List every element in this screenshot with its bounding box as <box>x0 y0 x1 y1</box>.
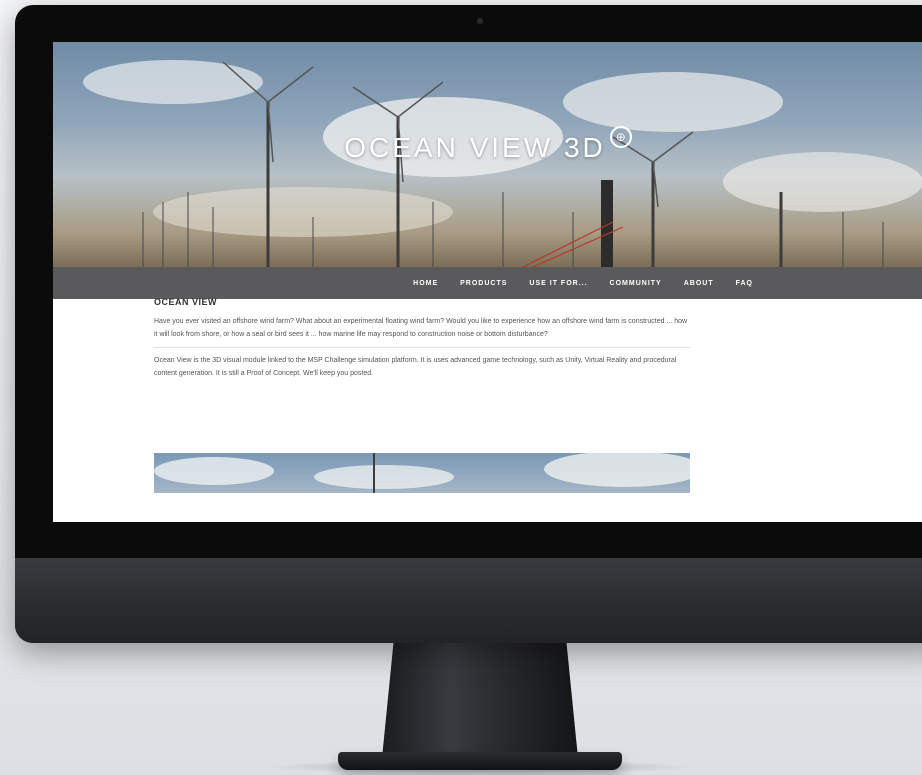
hero-banner: OCEAN VIEW 3D ⊕ <box>53 42 922 267</box>
nav-faq[interactable]: FAQ <box>736 280 753 287</box>
content-divider <box>154 347 690 348</box>
logo-icon: ⊕ <box>609 126 632 148</box>
nav-home[interactable]: HOME <box>413 280 438 287</box>
article-paragraph-1: Have you ever visited an offshore wind f… <box>154 318 688 338</box>
main-navigation: HOME PRODUCTS USE IT FOR... COMMUNITY AB… <box>53 267 922 299</box>
nav-products[interactable]: PRODUCTS <box>460 280 507 287</box>
website-screen: OCEAN VIEW 3D ⊕ HOME PRODUCTS USE IT FOR.… <box>53 42 922 522</box>
article-content: OCEAN VIEW Have you ever visited an offs… <box>154 297 690 380</box>
teaser-image <box>154 453 690 493</box>
monitor-stand-base <box>338 752 622 770</box>
site-title-text[interactable]: OCEAN VIEW 3D <box>344 132 605 163</box>
camera-icon <box>477 18 483 24</box>
article-paragraph-2: Ocean View is the 3D visual module linke… <box>154 357 677 377</box>
nav-use-it-for[interactable]: USE IT FOR... <box>529 280 587 287</box>
monitor-chin <box>15 558 922 643</box>
nav-about[interactable]: ABOUT <box>684 280 714 287</box>
teaser-sky-image <box>154 453 690 493</box>
article-heading: OCEAN VIEW <box>154 297 218 307</box>
monitor-stand <box>382 640 578 758</box>
site-title[interactable]: OCEAN VIEW 3D ⊕ <box>53 126 922 164</box>
nav-community[interactable]: COMMUNITY <box>610 280 662 287</box>
